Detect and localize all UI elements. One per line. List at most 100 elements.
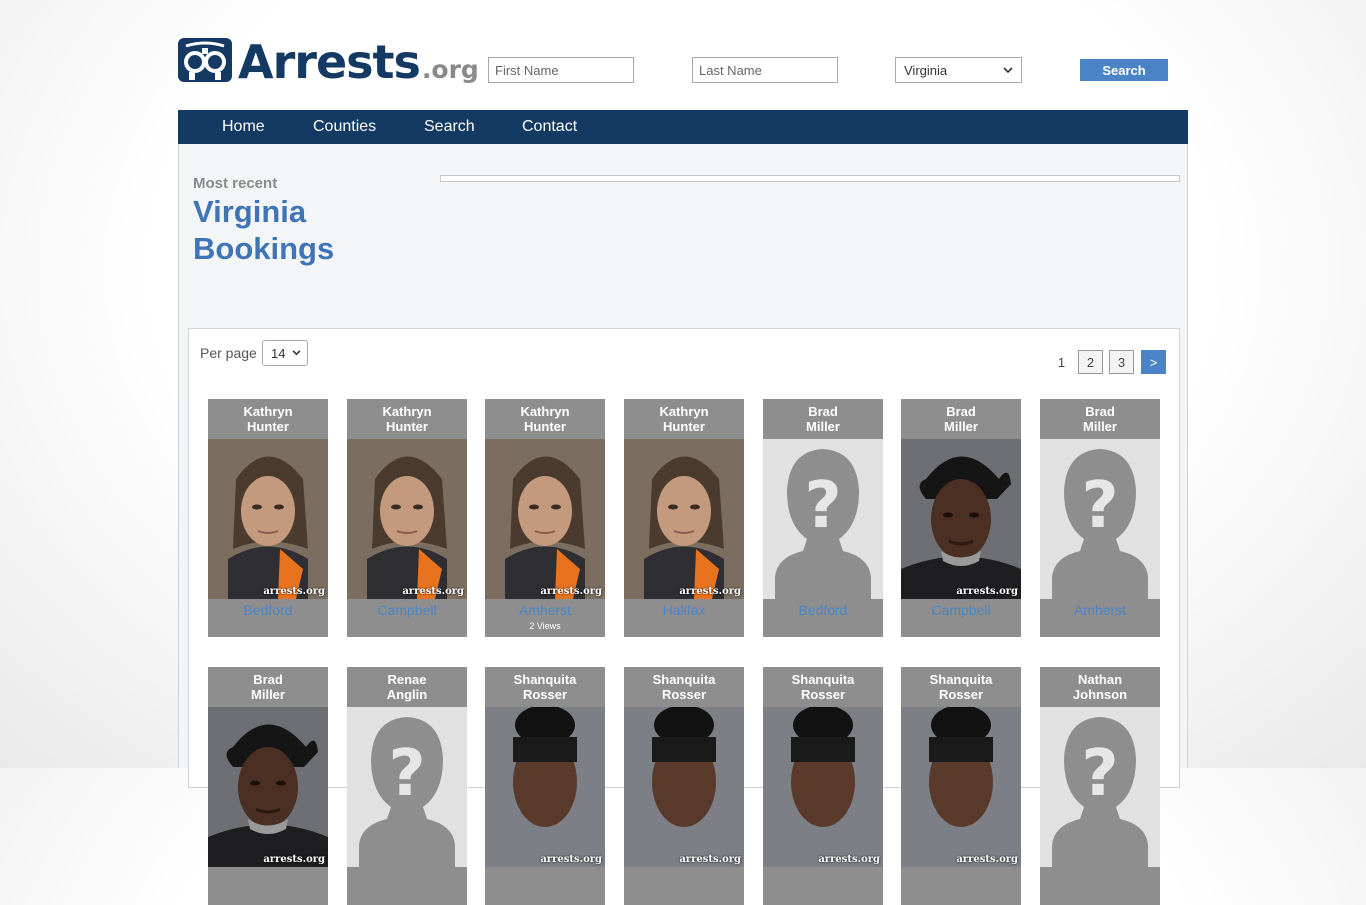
booking-first-name: Kathryn — [243, 404, 293, 419]
mugshot-photo[interactable]: arrests.org — [485, 707, 605, 867]
booking-county-link[interactable]: Amherst — [485, 602, 605, 618]
booking-first-name: Renae — [387, 672, 427, 687]
mugshot-photo[interactable]: arrests.org — [901, 439, 1021, 599]
per-page-select[interactable]: 14 — [262, 340, 308, 366]
booking-last-name: Miller — [806, 419, 840, 434]
next-page-button[interactable]: > — [1141, 350, 1166, 374]
watermark-text: arrests.org — [263, 586, 325, 597]
booking-county-link[interactable]: Amherst — [1040, 602, 1160, 618]
booking-name[interactable]: Kathryn Hunter — [624, 399, 744, 439]
booking-county-link[interactable]: Bedford — [763, 602, 883, 618]
watermark-text: arrests.org — [402, 586, 464, 597]
mugshot-photo[interactable]: arrests.org — [624, 707, 744, 867]
booking-name[interactable]: Renae Anglin — [347, 667, 467, 707]
page-3-link[interactable]: 3 — [1109, 350, 1134, 374]
mugshot-photo[interactable]: arrests.org — [208, 439, 328, 599]
booking-name[interactable]: Shanquita Rosser — [624, 667, 744, 707]
booking-name[interactable]: Kathryn Hunter — [208, 399, 328, 439]
booking-name[interactable]: Shanquita Rosser — [763, 667, 883, 707]
last-name-input[interactable] — [692, 57, 838, 83]
booking-first-name: Brad — [253, 672, 283, 687]
booking-card[interactable]: Nathan Johnson ? — [1040, 667, 1160, 905]
booking-card[interactable]: Shanquita Rosser arrests.org — [763, 667, 883, 905]
booking-card[interactable]: Kathryn Hunter arrests.org Amherst 2 Vie… — [485, 399, 605, 637]
watermark-text: arrests.org — [679, 586, 741, 597]
booking-last-name: Miller — [1083, 419, 1117, 434]
booking-card[interactable]: Brad Miller ? Amherst — [1040, 399, 1160, 637]
mugshot-photo[interactable]: arrests.org — [763, 707, 883, 867]
page-2-link[interactable]: 2 — [1078, 350, 1103, 374]
booking-name[interactable]: Shanquita Rosser — [901, 667, 1021, 707]
booking-card[interactable]: Shanquita Rosser arrests.org — [901, 667, 1021, 905]
page-title-line1: Virginia — [193, 194, 307, 229]
booking-county-link[interactable]: Campbell — [901, 602, 1021, 618]
booking-name[interactable]: Brad Miller — [901, 399, 1021, 439]
booking-first-name: Shanquita — [791, 672, 855, 687]
state-select[interactable]: Virginia — [895, 57, 1022, 83]
handcuffs-logo-icon — [178, 38, 232, 82]
booking-card[interactable]: Brad Miller ? Bedford — [763, 399, 883, 637]
no-photo-icon[interactable]: ? — [1040, 707, 1160, 867]
booking-name[interactable]: Brad Miller — [208, 667, 328, 707]
booking-name[interactable]: Kathryn Hunter — [347, 399, 467, 439]
booking-last-name: Rosser — [938, 687, 984, 702]
bookings-list: Per page 14 1 2 3 > Kathryn Hunter arres… — [188, 328, 1180, 905]
booking-name[interactable]: Kathryn Hunter — [485, 399, 605, 439]
page-1-current: 1 — [1057, 354, 1066, 370]
booking-county-link[interactable]: Bedford — [208, 602, 328, 618]
mugshot-photo[interactable]: arrests.org — [208, 707, 328, 867]
booking-card[interactable]: Shanquita Rosser arrests.org — [485, 667, 605, 905]
mugshot-photo[interactable]: arrests.org — [624, 439, 744, 599]
state-select-value: Virginia — [904, 62, 948, 78]
first-name-input[interactable] — [488, 57, 634, 83]
watermark-text: arrests.org — [956, 854, 1018, 865]
kicker-text: Most recent — [193, 175, 278, 192]
booking-name[interactable]: Brad Miller — [763, 399, 883, 439]
logo-text: Arrests — [238, 35, 421, 89]
booking-last-name: Miller — [944, 419, 978, 434]
nav-search[interactable]: Search — [424, 118, 475, 136]
booking-card[interactable]: Brad Miller arrests.org Campbell — [901, 399, 1021, 637]
svg-text:?: ? — [1081, 469, 1118, 543]
content-panel: Most recent Virginia Bookings Per page 1… — [178, 144, 1188, 905]
no-photo-icon[interactable]: ? — [763, 439, 883, 599]
booking-card[interactable]: Kathryn Hunter arrests.org Bedford — [208, 399, 328, 637]
booking-first-name: Kathryn — [659, 404, 709, 419]
svg-text:?: ? — [1081, 737, 1118, 811]
mugshot-photo[interactable]: arrests.org — [347, 439, 467, 599]
main-nav: Home Counties Search Contact — [178, 110, 1188, 144]
chevron-down-icon — [292, 350, 301, 356]
logo-suffix: .org — [421, 55, 479, 84]
booking-county-link[interactable]: Halifax — [624, 602, 744, 618]
booking-county-link[interactable]: Campbell — [347, 602, 467, 618]
booking-first-name: Shanquita — [513, 672, 577, 687]
svg-text:?: ? — [804, 469, 841, 543]
no-photo-icon[interactable]: ? — [1040, 439, 1160, 599]
booking-card[interactable]: Kathryn Hunter arrests.org Campbell — [347, 399, 467, 637]
booking-card[interactable]: Kathryn Hunter arrests.org Halifax — [624, 399, 744, 637]
nav-contact[interactable]: Contact — [522, 118, 577, 136]
booking-card[interactable]: Shanquita Rosser arrests.org — [624, 667, 744, 905]
booking-card[interactable]: Renae Anglin ? — [347, 667, 467, 905]
booking-last-name: Miller — [251, 687, 285, 702]
nav-home[interactable]: Home — [222, 118, 265, 136]
no-photo-icon[interactable]: ? — [347, 707, 467, 867]
booking-first-name: Brad — [946, 404, 976, 419]
booking-last-name: Anglin — [386, 687, 428, 702]
booking-last-name: Hunter — [386, 419, 428, 434]
watermark-text: arrests.org — [818, 854, 880, 865]
nav-counties[interactable]: Counties — [313, 118, 376, 136]
mugshot-photo[interactable]: arrests.org — [485, 439, 605, 599]
per-page-label: Per page — [200, 345, 257, 361]
site-logo[interactable]: Arrests .org — [178, 35, 479, 85]
ad-banner — [440, 175, 1180, 182]
booking-last-name: Rosser — [800, 687, 846, 702]
watermark-text: arrests.org — [540, 586, 602, 597]
booking-name[interactable]: Shanquita Rosser — [485, 667, 605, 707]
booking-name[interactable]: Nathan Johnson — [1040, 667, 1160, 707]
booking-card[interactable]: Brad Miller arrests.org — [208, 667, 328, 905]
watermark-text: arrests.org — [263, 854, 325, 865]
booking-name[interactable]: Brad Miller — [1040, 399, 1160, 439]
search-button[interactable]: Search — [1080, 59, 1168, 81]
mugshot-photo[interactable]: arrests.org — [901, 707, 1021, 867]
